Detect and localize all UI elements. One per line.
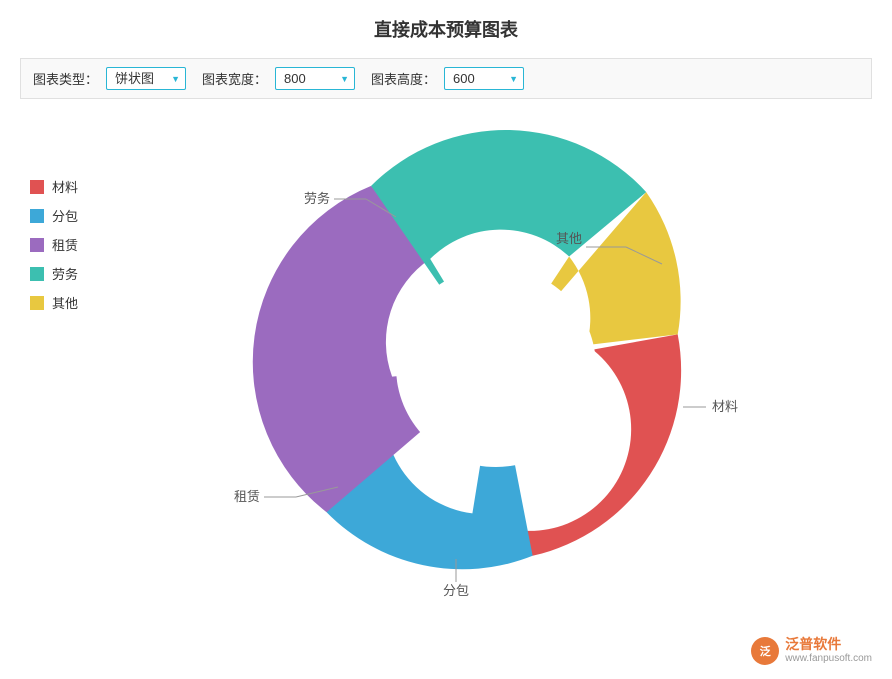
legend-item-other: 其他 — [30, 293, 100, 312]
legend: 材料 分包 租赁 劳务 其他 — [30, 177, 100, 312]
legend-dot-other — [30, 296, 44, 310]
chart-height-label: 图表高度： — [371, 69, 436, 88]
legend-dot-rental — [30, 238, 44, 252]
legend-label-material: 材料 — [52, 177, 78, 196]
label-text-material: 材料 — [712, 399, 738, 414]
chart-width-select[interactable]: 600 700 800 900 — [275, 67, 355, 90]
chart-width-select-wrapper: 600 700 800 900 — [275, 67, 355, 90]
brand-footer: 泛 泛普软件 www.fanpusoft.com — [751, 636, 872, 665]
donut-hole — [396, 267, 596, 467]
brand-name: 泛普软件 — [785, 636, 872, 653]
label-text-subcontract: 分包 — [443, 583, 469, 597]
legend-dot-material — [30, 180, 44, 194]
page-container: 直接成本预算图表 图表类型： 饼状图 柱状图 折线图 图表宽度： 600 700… — [0, 0, 892, 679]
legend-dot-subcontract — [30, 209, 44, 223]
donut-chart-svg: 其他 材料 分包 租赁 劳务 — [196, 117, 796, 597]
chart-height-select-wrapper: 400 500 600 700 — [444, 67, 524, 90]
chart-height-group: 图表高度： 400 500 600 700 — [371, 67, 524, 90]
chart-width-label: 图表宽度： — [202, 69, 267, 88]
brand-icon-text: 泛 — [760, 643, 771, 659]
legend-item-subcontract: 分包 — [30, 206, 100, 225]
legend-label-rental: 租赁 — [52, 235, 78, 254]
label-text-labor: 劳务 — [304, 191, 330, 206]
label-text-rental: 租赁 — [234, 489, 260, 504]
brand-url: www.fanpusoft.com — [785, 653, 872, 665]
chart-type-group: 图表类型： 饼状图 柱状图 折线图 — [33, 67, 186, 90]
chart-type-select[interactable]: 饼状图 柱状图 折线图 — [106, 67, 186, 90]
brand-text-container: 泛普软件 www.fanpusoft.com — [785, 636, 872, 665]
legend-dot-labor — [30, 267, 44, 281]
legend-label-other: 其他 — [52, 293, 78, 312]
chart-type-label: 图表类型： — [33, 69, 98, 88]
chart-area: 材料 分包 租赁 劳务 其他 — [20, 117, 872, 597]
legend-label-subcontract: 分包 — [52, 206, 78, 225]
label-text-other: 其他 — [556, 231, 582, 246]
donut-chart-container: 其他 材料 分包 租赁 劳务 — [120, 117, 872, 597]
legend-item-labor: 劳务 — [30, 264, 100, 283]
chart-height-select[interactable]: 400 500 600 700 — [444, 67, 524, 90]
toolbar: 图表类型： 饼状图 柱状图 折线图 图表宽度： 600 700 800 900 — [20, 58, 872, 99]
legend-item-rental: 租赁 — [30, 235, 100, 254]
legend-item-material: 材料 — [30, 177, 100, 196]
chart-width-group: 图表宽度： 600 700 800 900 — [202, 67, 355, 90]
chart-type-select-wrapper: 饼状图 柱状图 折线图 — [106, 67, 186, 90]
page-title: 直接成本预算图表 — [20, 16, 872, 42]
brand-icon: 泛 — [751, 637, 779, 665]
legend-label-labor: 劳务 — [52, 264, 78, 283]
